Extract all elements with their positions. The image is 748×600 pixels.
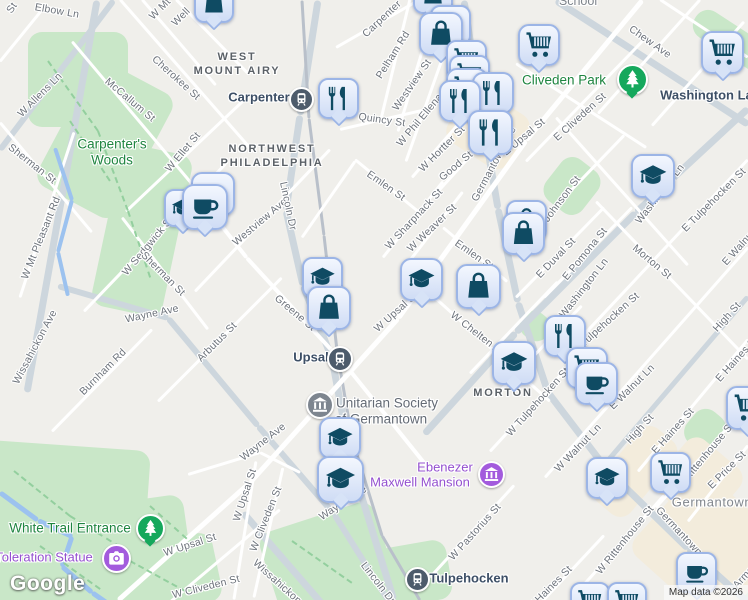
museum-icon xyxy=(313,397,327,412)
shopping-cart-icon xyxy=(658,460,683,484)
graduation-cap-pin[interactable] xyxy=(631,154,675,206)
shopping-cart-pin[interactable] xyxy=(518,24,560,74)
park-entrance-marker[interactable] xyxy=(616,63,648,99)
train-station-icon[interactable] xyxy=(288,86,314,112)
museum-marker[interactable] xyxy=(477,460,505,488)
neighborhood-label: PHILADELPHIA xyxy=(220,157,324,169)
graduation-cap-icon xyxy=(326,467,355,489)
station-label: Upsal xyxy=(293,349,329,365)
poi-label: Maxwell Mansion xyxy=(370,474,470,490)
shopping-bag-icon xyxy=(513,220,534,244)
neighborhood-label: NORTHWEST xyxy=(228,143,316,155)
station-label: Carpenter xyxy=(228,89,290,105)
camera-icon xyxy=(108,550,124,565)
shopping-bag-pin[interactable] xyxy=(456,264,501,317)
road xyxy=(353,158,425,218)
coffee-cup-icon xyxy=(193,199,219,219)
shopping-bag-pin[interactable] xyxy=(307,286,351,338)
restaurant-icon xyxy=(483,81,500,105)
shopping-cart-pin[interactable] xyxy=(650,452,691,501)
tree-icon xyxy=(144,519,156,536)
map-canvas[interactable]: Google Map data ©2026 WEST MOUNT AIRY NORT… xyxy=(0,0,748,600)
coffee-cup-pin[interactable] xyxy=(182,184,228,238)
shopping-cart-icon xyxy=(526,32,551,57)
restaurant-pin[interactable] xyxy=(468,110,513,163)
museum-icon xyxy=(484,466,498,481)
road xyxy=(381,180,445,259)
graduation-cap-pin[interactable] xyxy=(492,341,536,393)
museum-marker[interactable] xyxy=(306,391,334,419)
train-icon xyxy=(335,352,345,366)
street-label: Well xyxy=(169,5,193,29)
coffee-cup-pin[interactable] xyxy=(575,362,618,413)
graduation-cap-pin[interactable] xyxy=(400,258,443,309)
street-label: W Pastorius St xyxy=(446,501,504,563)
restaurant-pin[interactable] xyxy=(318,78,359,127)
shopping-cart-pin[interactable] xyxy=(570,582,610,600)
road xyxy=(50,328,154,434)
train-station-icon[interactable] xyxy=(327,346,353,372)
graduation-cap-icon xyxy=(639,165,667,184)
graduation-cap-icon xyxy=(594,467,620,486)
restaurant-icon xyxy=(328,86,345,111)
train-station-icon[interactable] xyxy=(404,566,430,592)
graduation-cap-icon xyxy=(500,352,528,371)
train-icon xyxy=(296,92,306,106)
street-label: E Tulpehocken St xyxy=(679,165,748,235)
shopping-bag-icon xyxy=(468,272,489,298)
road xyxy=(594,200,748,362)
coffee-cup-icon xyxy=(686,566,708,583)
shopping-bag-icon xyxy=(319,294,339,319)
graduation-cap-pin[interactable] xyxy=(317,456,364,511)
graduation-cap-pin[interactable] xyxy=(586,457,628,507)
google-logo[interactable]: Google xyxy=(10,572,85,596)
road xyxy=(165,316,261,428)
shopping-cart-pin[interactable] xyxy=(607,582,647,600)
shopping-cart-pin[interactable] xyxy=(726,386,748,438)
train-icon xyxy=(412,572,422,586)
park-entrance-marker[interactable] xyxy=(135,513,165,547)
shopping-bag-pin[interactable] xyxy=(194,0,234,31)
restaurant-icon xyxy=(479,119,498,146)
shopping-cart-icon xyxy=(709,39,735,65)
coffee-cup-icon xyxy=(585,376,609,395)
road xyxy=(335,0,421,50)
statue-marker[interactable] xyxy=(101,543,131,573)
map-attribution: Map data ©2026 xyxy=(663,585,748,600)
shopping-cart-icon xyxy=(615,590,639,600)
graduation-cap-icon xyxy=(327,427,353,446)
street-label: Burnham Rd xyxy=(77,346,129,398)
road xyxy=(346,366,432,472)
tree-icon xyxy=(625,69,639,88)
poi-label: Unitarian Society xyxy=(335,395,439,411)
shopping-cart-icon xyxy=(578,590,602,600)
road xyxy=(596,0,702,116)
graduation-cap-pin[interactable] xyxy=(319,417,361,467)
graduation-cap-icon xyxy=(408,269,435,288)
street-label: St xyxy=(4,0,20,16)
road xyxy=(187,450,261,476)
road xyxy=(428,484,516,580)
shopping-bag-icon xyxy=(205,0,223,13)
shopping-cart-icon xyxy=(734,394,748,421)
shopping-cart-pin[interactable] xyxy=(701,31,744,82)
shopping-bag-pin[interactable] xyxy=(502,212,545,263)
